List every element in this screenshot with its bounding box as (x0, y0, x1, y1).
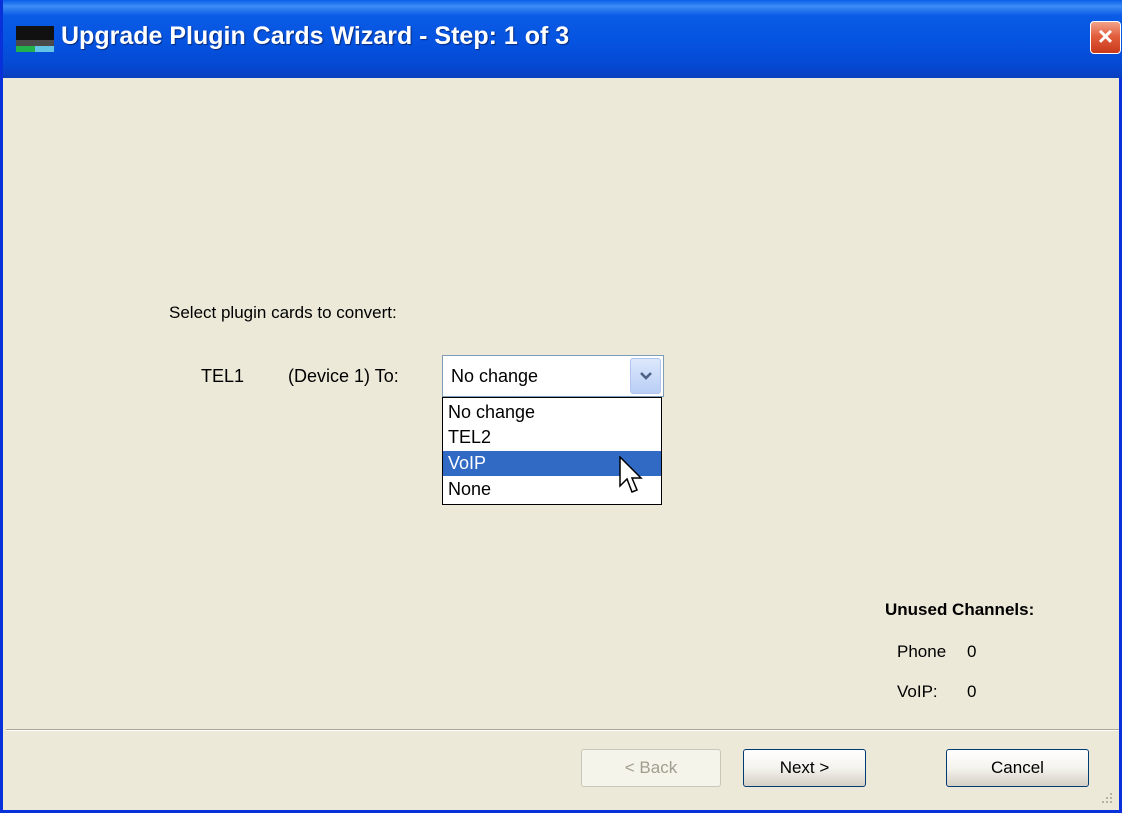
option-no-change[interactable]: No change (443, 400, 661, 425)
close-button[interactable]: × (1090, 21, 1121, 54)
dropdown-button[interactable] (630, 358, 661, 394)
voip-label: VoIP: (897, 682, 938, 701)
next-button[interactable]: Next > (743, 749, 866, 787)
title-bar[interactable]: Upgrade Plugin Cards Wizard - Step: 1 of… (3, 0, 1122, 78)
cancel-button[interactable]: Cancel (946, 749, 1089, 787)
back-button[interactable]: < Back (581, 749, 721, 787)
app-icon (16, 26, 54, 52)
conversion-combobox[interactable]: No change (442, 355, 664, 397)
combobox-value: No change (451, 366, 539, 386)
resize-grip-icon[interactable] (1101, 792, 1113, 804)
chevron-down-icon (639, 372, 652, 380)
window-title: Upgrade Plugin Cards Wizard - Step: 1 of… (61, 22, 570, 50)
phone-value: 0 (967, 642, 977, 661)
wizard-window: Upgrade Plugin Cards Wizard - Step: 1 of… (0, 0, 1122, 813)
option-tel2[interactable]: TEL2 (443, 425, 661, 450)
phone-label: Phone (897, 642, 947, 661)
mouse-cursor-icon (619, 456, 643, 493)
separator-highlight (6, 730, 1119, 731)
device-label: (Device 1) To: (288, 366, 399, 386)
card-name-label: TEL1 (201, 366, 245, 386)
instruction-label: Select plugin cards to convert: (169, 303, 397, 322)
unused-channels-heading: Unused Channels: (885, 600, 1035, 619)
voip-value: 0 (967, 682, 977, 701)
close-icon: × (1097, 21, 1114, 51)
